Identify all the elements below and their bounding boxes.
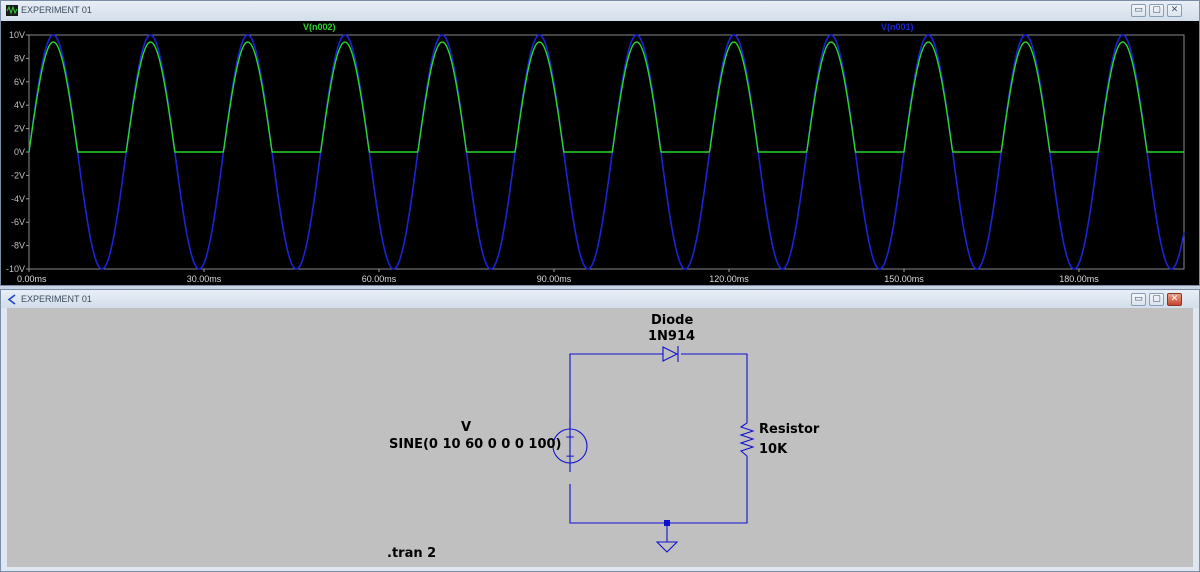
source-name-label[interactable]: V — [461, 420, 471, 435]
wire-top-right[interactable] — [681, 353, 748, 418]
y-tick-label: 2V — [14, 124, 25, 134]
schematic-icon — [7, 294, 16, 305]
diode-name-label[interactable]: Diode — [651, 313, 693, 328]
x-tick-label: 60.00ms — [362, 274, 397, 284]
maximize-button[interactable]: ▢ — [1149, 293, 1164, 306]
resistor-symbol[interactable] — [739, 418, 755, 457]
plot-window-titlebar[interactable]: EXPERIMENT 01 ▭ ▢ ✕ — [1, 1, 1199, 21]
y-tick-label: 4V — [14, 100, 25, 110]
node-junction[interactable] — [664, 520, 670, 526]
wire-bottom[interactable] — [569, 456, 748, 524]
svg-text:+: + — [565, 430, 575, 444]
x-tick-label: 120.00ms — [709, 274, 749, 284]
circuit-drawing: + − — [552, 346, 755, 553]
svg-text:−: − — [565, 449, 575, 463]
schematic-window[interactable]: EXPERIMENT 01 ▭ ▢ ✕ + − V SINE(0 10 60 0… — [0, 289, 1200, 572]
plot-window[interactable]: EXPERIMENT 01 ▭ ▢ ✕ 10V 8V 6V 4V 2V 0V -2V -4V -… — [0, 0, 1200, 286]
y-tick-label: 6V — [14, 77, 25, 87]
schematic-window-title: EXPERIMENT 01 — [21, 294, 92, 304]
y-tick-label: -2V — [11, 170, 25, 180]
y-tick-label: 0V — [14, 147, 25, 157]
x-tick-label: 0.00ms — [17, 274, 47, 284]
maximize-button[interactable]: ▢ — [1149, 4, 1164, 17]
resistor-value-label[interactable]: 10K — [759, 442, 787, 457]
resistor-name-label[interactable]: Resistor — [759, 422, 819, 437]
legend-v-n001[interactable]: V(n001) — [881, 22, 914, 32]
wire-left-top[interactable] — [569, 353, 663, 465]
spice-directive[interactable]: .tran 2 — [387, 546, 436, 561]
schematic-canvas[interactable]: + − V SINE(0 10 60 0 0 0 100) Diode 1N91… — [7, 308, 1193, 567]
diode-value-label[interactable]: 1N914 — [648, 329, 695, 344]
y-tick-label: -6V — [11, 217, 25, 227]
plot-window-title: EXPERIMENT 01 — [21, 5, 92, 15]
close-button[interactable]: ✕ — [1167, 4, 1182, 17]
x-tick-label: 30.00ms — [187, 274, 222, 284]
y-tick-label: -8V — [11, 241, 25, 251]
schematic-window-titlebar[interactable]: EXPERIMENT 01 ▭ ▢ ✕ — [1, 290, 1199, 308]
y-tick-label: -10V — [6, 264, 25, 274]
ground-symbol[interactable] — [655, 541, 679, 553]
source-value-label[interactable]: SINE(0 10 60 0 0 0 100) — [389, 437, 562, 452]
close-button[interactable]: ✕ — [1167, 293, 1182, 306]
y-tick-label: 10V — [9, 30, 25, 40]
waveform-plot[interactable]: 10V 8V 6V 4V 2V 0V -2V -4V -6V -8V -10V 0.00ms 30.0… — [1, 21, 1199, 285]
plot-background — [1, 21, 1199, 285]
y-tick-label: 8V — [14, 53, 25, 63]
minimize-button[interactable]: ▭ — [1131, 4, 1146, 17]
diode-symbol[interactable] — [662, 346, 679, 362]
minimize-button[interactable]: ▭ — [1131, 293, 1146, 306]
x-tick-label: 90.00ms — [537, 274, 572, 284]
waveform-icon — [6, 5, 18, 16]
x-tick-label: 150.00ms — [884, 274, 924, 284]
y-tick-label: -4V — [11, 194, 25, 204]
legend-v-n002[interactable]: V(n002) — [303, 22, 336, 32]
x-tick-label: 180.00ms — [1059, 274, 1099, 284]
